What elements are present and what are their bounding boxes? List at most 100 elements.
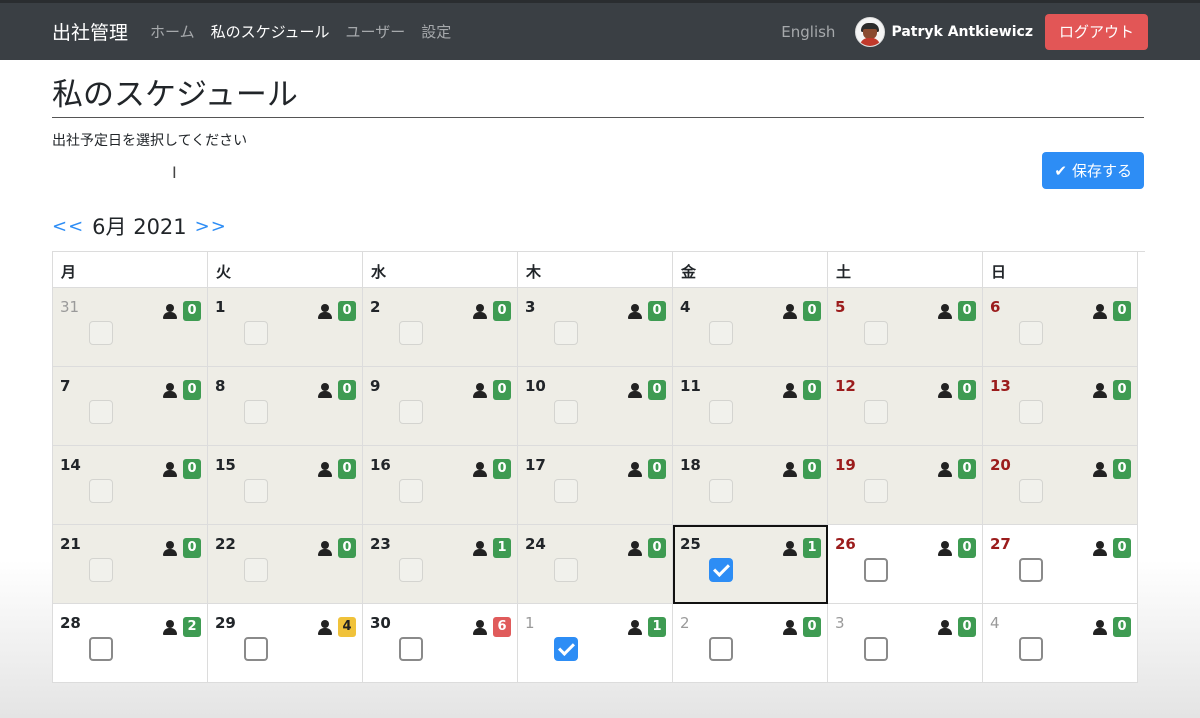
- calendar-day[interactable]: 20: [363, 288, 518, 367]
- prev-month-button[interactable]: <<: [52, 216, 84, 237]
- calendar-day[interactable]: 15 0: [208, 446, 363, 525]
- calendar-day[interactable]: 40: [983, 604, 1138, 683]
- day-checkbox[interactable]: [554, 321, 578, 345]
- calendar-day[interactable]: 27 0: [983, 525, 1138, 604]
- day-checkbox[interactable]: [864, 558, 888, 582]
- day-checkbox[interactable]: [1019, 637, 1043, 661]
- calendar-day[interactable]: 30: [518, 288, 673, 367]
- count-badge: 0: [183, 301, 201, 321]
- nav-link-users[interactable]: ユーザー: [346, 21, 406, 42]
- day-checkbox-checked[interactable]: [709, 558, 733, 582]
- next-month-button[interactable]: >>: [195, 216, 227, 237]
- calendar-day[interactable]: 12 0: [828, 367, 983, 446]
- count-badge: 0: [183, 538, 201, 558]
- app-brand[interactable]: 出社管理: [52, 18, 128, 45]
- count-badge: 0: [803, 459, 821, 479]
- day-checkbox[interactable]: [399, 400, 423, 424]
- day-checkbox[interactable]: [864, 400, 888, 424]
- day-checkbox[interactable]: [554, 479, 578, 503]
- calendar-day[interactable]: 31 0: [53, 288, 208, 367]
- calendar-day[interactable]: 10 0: [518, 367, 673, 446]
- nav-link-my-schedule[interactable]: 私のスケジュール: [211, 21, 330, 42]
- day-checkbox[interactable]: [1019, 558, 1043, 582]
- calendar-day[interactable]: 70: [53, 367, 208, 446]
- calendar-day[interactable]: 29 4: [208, 604, 363, 683]
- person-icon-body: [783, 627, 797, 635]
- calendar-day-today[interactable]: 25 1: [673, 525, 828, 604]
- day-checkbox[interactable]: [244, 400, 268, 424]
- calendar-day[interactable]: 19 0: [828, 446, 983, 525]
- calendar-day[interactable]: 40: [673, 288, 828, 367]
- day-checkbox[interactable]: [864, 321, 888, 345]
- calendar-day[interactable]: 18 0: [673, 446, 828, 525]
- day-checkbox[interactable]: [89, 479, 113, 503]
- attendee-count: 0: [163, 459, 201, 479]
- main-content: 私のスケジュール I 出社予定日を選択してください ✔ 保存する << 6月 2…: [0, 73, 1200, 683]
- calendar-day[interactable]: 21 0: [53, 525, 208, 604]
- person-icon-body: [938, 390, 952, 398]
- calendar-day[interactable]: 90: [363, 367, 518, 446]
- calendar-day[interactable]: 13 0: [983, 367, 1138, 446]
- calendar-day[interactable]: 16 0: [363, 446, 518, 525]
- day-checkbox[interactable]: [864, 479, 888, 503]
- calendar-day[interactable]: 17 0: [518, 446, 673, 525]
- day-checkbox[interactable]: [244, 558, 268, 582]
- calendar-day[interactable]: 23 1: [363, 525, 518, 604]
- calendar-day[interactable]: 50: [828, 288, 983, 367]
- calendar-day[interactable]: 10: [208, 288, 363, 367]
- day-number: 25: [680, 535, 701, 553]
- calendar-day[interactable]: 30 6: [363, 604, 518, 683]
- calendar-day[interactable]: 11: [518, 604, 673, 683]
- day-number: 17: [525, 456, 546, 474]
- day-checkbox[interactable]: [89, 321, 113, 345]
- person-icon-head: [321, 382, 329, 391]
- day-checkbox[interactable]: [709, 479, 733, 503]
- calendar-day[interactable]: 80: [208, 367, 363, 446]
- day-checkbox[interactable]: [399, 479, 423, 503]
- person-icon: [783, 382, 797, 398]
- day-checkbox[interactable]: [89, 558, 113, 582]
- day-checkbox[interactable]: [709, 321, 733, 345]
- person-icon: [783, 461, 797, 477]
- day-checkbox[interactable]: [1019, 400, 1043, 424]
- day-checkbox[interactable]: [1019, 479, 1043, 503]
- language-switch[interactable]: English: [781, 23, 835, 41]
- day-checkbox-checked[interactable]: [554, 637, 578, 661]
- save-button-label: 保存する: [1071, 162, 1132, 180]
- day-checkbox[interactable]: [89, 637, 113, 661]
- calendar-day[interactable]: 14 0: [53, 446, 208, 525]
- save-button[interactable]: ✔ 保存する: [1042, 152, 1144, 189]
- calendar-day[interactable]: 30: [828, 604, 983, 683]
- day-checkbox[interactable]: [399, 558, 423, 582]
- calendar-day[interactable]: 22 0: [208, 525, 363, 604]
- calendar-week-row: 14 0 15 0 16 0 17 0 18 0 19 0 20 0: [53, 446, 1145, 525]
- day-checkbox[interactable]: [244, 321, 268, 345]
- avatar[interactable]: [855, 16, 886, 47]
- day-checkbox[interactable]: [244, 637, 268, 661]
- day-checkbox[interactable]: [244, 479, 268, 503]
- day-number: 19: [835, 456, 856, 474]
- attendee-count: 0: [783, 459, 821, 479]
- calendar-day[interactable]: 20: [673, 604, 828, 683]
- calendar-day[interactable]: 11 0: [673, 367, 828, 446]
- calendar-day[interactable]: 28 2: [53, 604, 208, 683]
- calendar-day[interactable]: 26 0: [828, 525, 983, 604]
- day-checkbox[interactable]: [399, 637, 423, 661]
- person-icon-head: [476, 382, 484, 391]
- logout-button[interactable]: ログアウト: [1044, 13, 1148, 50]
- nav-link-home[interactable]: ホーム: [150, 21, 195, 42]
- day-checkbox[interactable]: [554, 400, 578, 424]
- day-checkbox[interactable]: [709, 400, 733, 424]
- day-checkbox[interactable]: [864, 637, 888, 661]
- day-checkbox[interactable]: [1019, 321, 1043, 345]
- nav-link-settings[interactable]: 設定: [421, 21, 451, 42]
- calendar-day[interactable]: 20 0: [983, 446, 1138, 525]
- day-checkbox[interactable]: [554, 558, 578, 582]
- day-checkbox[interactable]: [399, 321, 423, 345]
- day-checkbox[interactable]: [709, 637, 733, 661]
- day-checkbox[interactable]: [89, 400, 113, 424]
- user-name[interactable]: Patryk Antkiewicz: [891, 24, 1033, 40]
- calendar-day[interactable]: 24 0: [518, 525, 673, 604]
- calendar-day[interactable]: 60: [983, 288, 1138, 367]
- count-badge: 4: [338, 617, 356, 637]
